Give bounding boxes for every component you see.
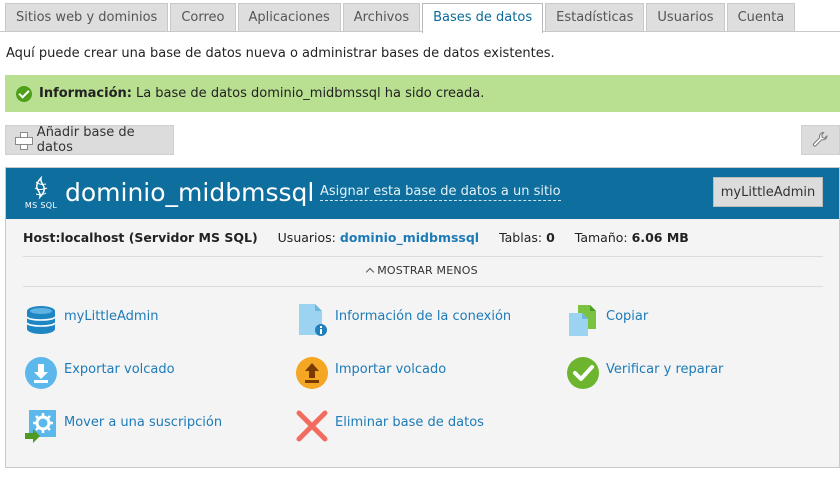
mssql-icon: MS SQL	[24, 175, 58, 210]
add-database-button[interactable]: Añadir base de datos	[5, 125, 174, 155]
copy-icon	[566, 303, 600, 337]
tab-account[interactable]: Cuenta	[726, 3, 796, 32]
mssql-label: MS SQL	[24, 201, 58, 210]
database-header: MS SQL dominio_midbmssql Asignar esta ba…	[6, 168, 839, 219]
action-import-dump[interactable]: Importar volcado	[295, 356, 446, 390]
plus-icon	[15, 132, 33, 150]
main-tabs: Sitios web y dominios Correo Aplicacione…	[5, 3, 797, 33]
info-message-label: Información:	[39, 86, 132, 101]
action-label: Eliminar base de datos	[335, 414, 484, 430]
delete-icon	[295, 409, 329, 443]
show-less-label: MOSTRAR MENOS	[377, 264, 478, 277]
tab-mail[interactable]: Correo	[170, 3, 236, 32]
tab-users[interactable]: Usuarios	[646, 3, 725, 32]
users-label: Usuarios:	[277, 230, 336, 245]
action-label: Exportar volcado	[64, 361, 175, 377]
info-message: Información: La base de datos dominio_mi…	[5, 75, 840, 112]
size-label: Tamaño:	[574, 230, 628, 245]
action-delete-database[interactable]: Eliminar base de datos	[295, 409, 484, 443]
wrench-icon	[812, 131, 827, 147]
action-connection-info[interactable]: Información de la conexión	[295, 303, 511, 337]
success-check-icon	[16, 85, 32, 102]
check-repair-icon	[566, 356, 600, 390]
info-message-text: La base de datos dominio_midbmssql ha si…	[135, 86, 485, 101]
tables-label: Tablas:	[499, 230, 543, 245]
import-dump-icon	[295, 356, 329, 390]
tables-value: 0	[546, 230, 555, 245]
chevron-up-icon	[365, 267, 375, 277]
action-copy[interactable]: Copiar	[566, 303, 648, 337]
tab-files[interactable]: Archivos	[342, 3, 421, 32]
size-value: 6.06 MB	[631, 230, 689, 245]
action-label: myLittleAdmin	[64, 308, 159, 324]
mylittleadmin-button[interactable]: myLittleAdmin	[713, 177, 823, 207]
tabs-divider	[0, 31, 840, 32]
divider	[23, 256, 823, 257]
database-panel: MS SQL dominio_midbmssql Asignar esta ba…	[5, 167, 840, 468]
database-icon	[24, 303, 58, 337]
host-info: Host:localhost (Servidor MS SQL)	[23, 230, 258, 245]
tab-databases[interactable]: Bases de datos	[422, 3, 544, 33]
action-label: Copiar	[606, 308, 649, 324]
action-export-dump[interactable]: Exportar volcado	[24, 356, 175, 390]
database-name: dominio_midbmssql	[65, 178, 315, 207]
connection-info-icon	[295, 303, 329, 337]
page-intro: Aquí puede crear una base de datos nueva…	[6, 46, 555, 61]
action-label: Importar volcado	[335, 361, 447, 377]
action-label: Mover a una suscripción	[64, 414, 223, 430]
divider	[23, 286, 823, 287]
tab-websites-domains[interactable]: Sitios web y dominios	[5, 3, 169, 32]
show-less-toggle[interactable]: MOSTRAR MENOS	[6, 264, 839, 277]
assign-to-site-link[interactable]: Asignar esta base de datos a un sitio	[320, 183, 561, 201]
tab-applications[interactable]: Aplicaciones	[237, 3, 341, 32]
settings-button[interactable]	[801, 125, 840, 155]
action-mylittleadmin[interactable]: myLittleAdmin	[24, 303, 158, 337]
action-check-repair[interactable]: Verificar y reparar	[566, 356, 723, 390]
add-database-label: Añadir base de datos	[36, 125, 135, 155]
action-label: Verificar y reparar	[606, 361, 724, 377]
export-dump-icon	[24, 356, 58, 390]
action-move-subscription[interactable]: Mover a una suscripción	[24, 409, 222, 443]
database-details: Host:localhost (Servidor MS SQL) Usuario…	[23, 230, 689, 245]
move-subscription-icon	[24, 409, 58, 443]
tab-statistics[interactable]: Estadísticas	[545, 3, 645, 32]
users-link[interactable]: dominio_midbmssql	[340, 230, 479, 245]
action-label: Información de la conexión	[335, 308, 512, 324]
